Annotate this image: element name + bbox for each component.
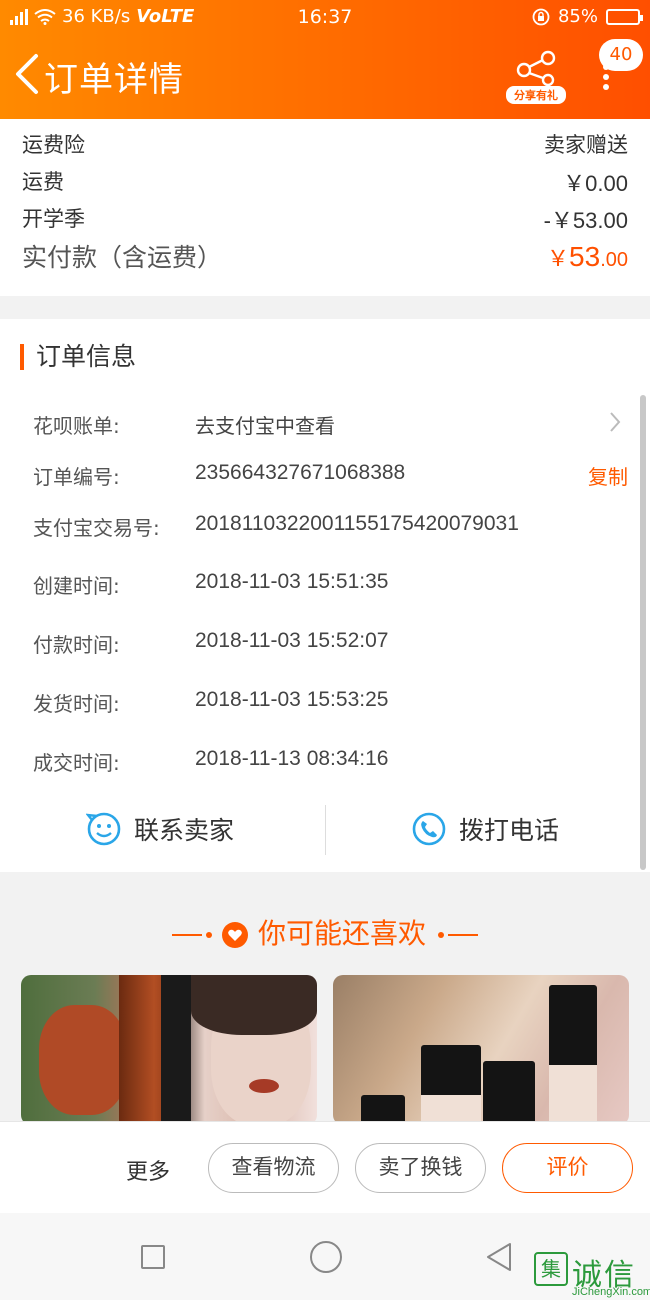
decor-dot bbox=[205, 932, 212, 938]
recent-apps-icon[interactable] bbox=[141, 1245, 165, 1269]
recommend-header: 你可能还喜欢 bbox=[0, 912, 650, 952]
info-row-completed: 成交时间: 2018-11-13 08:34:16 bbox=[33, 747, 628, 776]
share-label: 分享有礼 bbox=[506, 86, 566, 104]
back-icon[interactable] bbox=[8, 50, 48, 98]
total-paid-row: 实付款（含运费） ￥53.00 bbox=[22, 238, 628, 274]
order-action-bar: 更多 查看物流 卖了换钱 评价 bbox=[0, 1121, 650, 1213]
contact-divider bbox=[325, 805, 326, 855]
order-info-section: 订单信息 花呗账单: 去支付宝中查看 订单编号: 235664327671068… bbox=[0, 319, 650, 872]
heart-icon bbox=[221, 922, 248, 948]
total-amount: ￥53.00 bbox=[547, 241, 628, 272]
info-label: 花呗账单: bbox=[33, 414, 120, 438]
resell-button[interactable]: 卖了换钱 bbox=[355, 1143, 486, 1193]
contact-seller-button[interactable]: 联系卖家 bbox=[86, 801, 234, 857]
page-title: 订单详情 bbox=[44, 60, 184, 100]
info-label: 创建时间: bbox=[33, 574, 120, 598]
fee-value: -￥53.00 bbox=[543, 208, 628, 233]
info-value: 235664327671068388 bbox=[195, 461, 406, 484]
system-back-icon[interactable] bbox=[484, 1241, 514, 1273]
rotation-lock-icon bbox=[532, 8, 550, 25]
product-image bbox=[39, 1005, 127, 1115]
fee-row-discount: 开学季 -￥53.00 bbox=[22, 203, 628, 235]
fee-summary: 运费险 卖家赠送 运费 ￥0.00 开学季 -￥53.00 实付款（含运费） ￥… bbox=[0, 119, 650, 296]
copy-button[interactable]: 复制 bbox=[588, 461, 628, 490]
info-value: 2018-11-03 15:51:35 bbox=[195, 570, 389, 593]
watermark-logo: 集 诚信 JiChengXin.com bbox=[532, 1250, 650, 1300]
decor-line bbox=[448, 934, 478, 936]
info-row-huabei[interactable]: 花呗账单: 去支付宝中查看 bbox=[33, 410, 628, 439]
fee-row-shipping: 运费 ￥0.00 bbox=[22, 166, 628, 198]
view-logistics-button[interactable]: 查看物流 bbox=[208, 1143, 339, 1193]
review-button[interactable]: 评价 bbox=[502, 1143, 633, 1193]
more-actions-link[interactable]: 更多 bbox=[126, 1154, 170, 1186]
battery-icon bbox=[606, 8, 643, 25]
info-row-paid: 付款时间: 2018-11-03 15:52:07 bbox=[33, 629, 628, 658]
info-value: 2018-11-03 15:53:25 bbox=[195, 688, 389, 711]
fee-value: 卖家赠送 bbox=[544, 133, 628, 157]
info-label: 成交时间: bbox=[33, 751, 120, 775]
contact-bar: 联系卖家 拨打电话 bbox=[0, 801, 650, 857]
share-button[interactable]: 分享有礼 bbox=[506, 48, 566, 104]
info-row-created: 创建时间: 2018-11-03 15:51:35 bbox=[33, 570, 628, 599]
info-row-order-number: 订单编号: 235664327671068388 bbox=[33, 461, 628, 490]
phone-icon bbox=[412, 812, 446, 846]
info-label: 订单编号: bbox=[33, 465, 120, 489]
contact-seller-label: 联系卖家 bbox=[134, 816, 235, 845]
info-label: 付款时间: bbox=[33, 633, 120, 657]
info-value: 2018110322001155175420079031 bbox=[195, 512, 519, 535]
fee-row-insurance: 运费险 卖家赠送 bbox=[22, 129, 628, 159]
info-label: 发货时间: bbox=[33, 692, 120, 716]
call-phone-label: 拨打电话 bbox=[459, 816, 560, 845]
message-count-badge[interactable]: 40 bbox=[599, 39, 643, 71]
fee-label: 开学季 bbox=[22, 207, 85, 231]
section-title: 订单信息 bbox=[20, 344, 136, 370]
battery-percent: 85% bbox=[557, 6, 598, 27]
decor-dot bbox=[438, 932, 444, 938]
info-value: 2018-11-03 15:52:07 bbox=[195, 629, 389, 652]
product-card[interactable] bbox=[333, 975, 629, 1125]
app-header: 36 KB/s VoLTE 16:37 85% 订单详情 分享有礼 40 bbox=[0, 0, 650, 119]
info-row-alipay-trade: 支付宝交易号: 2018110322001155175420079031 bbox=[33, 512, 628, 541]
fee-label: 运费 bbox=[22, 170, 64, 194]
info-value: 去支付宝中查看 bbox=[195, 414, 335, 438]
info-label: 支付宝交易号: bbox=[33, 516, 160, 540]
share-icon bbox=[516, 50, 556, 87]
recommend-title: 你可能还喜欢 bbox=[257, 917, 426, 950]
fee-value: ￥0.00 bbox=[563, 171, 628, 196]
info-row-shipped: 发货时间: 2018-11-03 15:53:25 bbox=[33, 688, 628, 717]
total-label: 实付款（含运费） bbox=[22, 243, 223, 272]
chat-smiley-icon bbox=[86, 812, 121, 846]
product-card[interactable] bbox=[21, 975, 317, 1125]
info-value: 2018-11-13 08:34:16 bbox=[195, 747, 389, 770]
call-phone-button[interactable]: 拨打电话 bbox=[411, 801, 559, 857]
home-icon[interactable] bbox=[310, 1241, 342, 1273]
scrollbar[interactable] bbox=[640, 395, 646, 870]
decor-line bbox=[171, 934, 202, 936]
watermark-url: JiChengXin.com bbox=[572, 1286, 650, 1298]
watermark-box: 集 bbox=[534, 1252, 568, 1286]
fee-label: 运费险 bbox=[22, 133, 85, 157]
status-bar: 36 KB/s VoLTE 16:37 85% bbox=[0, 0, 650, 34]
chevron-right-icon[interactable] bbox=[608, 411, 622, 433]
